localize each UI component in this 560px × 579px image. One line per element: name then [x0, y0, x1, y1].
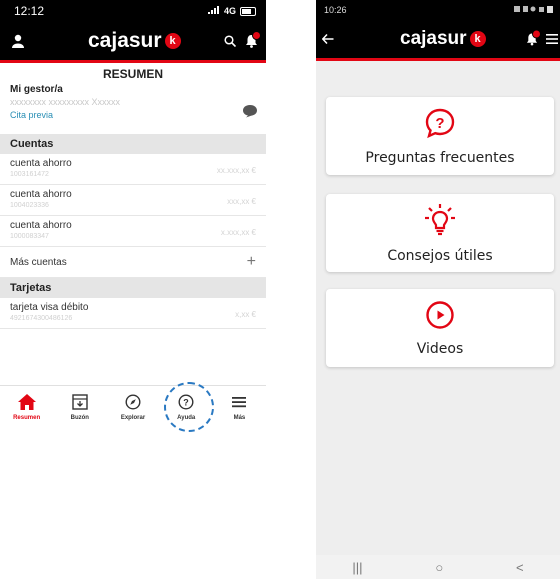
card-amount: x,xx € [235, 310, 256, 319]
brand-name: cajasur [88, 29, 162, 52]
account-amount: xxx,xx € [227, 197, 256, 206]
tab-explorar[interactable]: Explorar [106, 386, 159, 436]
page-title: RESUMEN [102, 67, 163, 81]
gestor-label: Mi gestor/a [10, 84, 63, 95]
card-title: Consejos útiles [387, 247, 493, 264]
status-bar: 10:26 [316, 0, 560, 20]
network-type: 4G [223, 6, 236, 16]
ayuda-highlight-circle [164, 382, 214, 432]
brand-logo: cajasur k [88, 29, 181, 53]
card-number: 4921674300486126 [10, 315, 73, 322]
battery-icon [240, 6, 256, 16]
plus-icon[interactable]: + [247, 253, 256, 271]
account-number: 1004023336 [10, 202, 49, 209]
account-row[interactable]: cuenta ahorro 1004023336 xxx,xx € [0, 185, 266, 216]
signal-icon [207, 6, 220, 16]
account-label: cuenta ahorro [10, 189, 72, 200]
gestor-name: xxxxxxxx xxxxxxxxx Xxxxxx [10, 97, 121, 107]
account-amount: xx.xxx,xx € [216, 166, 256, 175]
faq-card[interactable]: ? Preguntas frecuentes [326, 97, 554, 175]
status-indicators: 4G [207, 6, 256, 16]
brand-k-badge: k [164, 33, 181, 49]
notification-bell-icon[interactable] [245, 31, 261, 48]
account-number: 1000083347 [10, 233, 49, 240]
account-amount: x.xxx,xx € [220, 228, 256, 237]
tab-label: Resumen [13, 415, 41, 421]
tips-card[interactable]: Consejos útiles [326, 194, 554, 272]
cita-previa-link[interactable]: Cita previa [10, 110, 256, 120]
videos-card[interactable]: Videos [326, 289, 554, 367]
account-label: cuenta ahorro [10, 220, 72, 231]
notification-badge [532, 29, 541, 39]
help-content: ? Preguntas frecuentes Consejos útiles V… [316, 61, 560, 555]
compass-icon [125, 394, 141, 412]
menu-icon [231, 394, 247, 412]
home-icon [17, 394, 36, 412]
back-button[interactable]: < [516, 560, 524, 575]
app-header: cajasur k [0, 22, 266, 63]
chat-bubble-icon[interactable] [242, 104, 258, 123]
menu-icon[interactable] [546, 34, 558, 44]
tab-label: Explorar [120, 415, 146, 421]
cuentas-header: Cuentas [0, 134, 266, 154]
gestor-section: Mi gestor/a xxxxxxxx xxxxxxxxx Xxxxxx Ci… [0, 84, 266, 134]
user-icon[interactable] [12, 34, 24, 48]
svg-text:?: ? [435, 115, 444, 132]
card-row[interactable]: tarjeta visa débito 4921674300486126 x,x… [0, 298, 266, 329]
notification-badge [252, 31, 261, 40]
play-circle-icon [425, 300, 455, 335]
status-bar: 12:12 4G [0, 0, 266, 22]
recent-apps-button[interactable]: ||| [352, 560, 362, 575]
card-label: tarjeta visa débito [10, 302, 89, 313]
brand-logo: cajasur k [400, 28, 486, 50]
more-accounts-row[interactable]: Más cuentas + [0, 247, 266, 278]
search-icon[interactable] [224, 35, 236, 47]
account-row[interactable]: cuenta ahorro 1003161472 xx.xxx,xx € [0, 154, 266, 185]
bottom-tab-bar: Resumen Buzón Explorar ? Ayuda Más [0, 385, 266, 436]
android-nav-bar: ||| ○ < [316, 555, 560, 579]
question-bubble-icon: ? [424, 107, 456, 144]
status-indicators [514, 5, 554, 15]
tab-resumen[interactable]: Resumen [0, 386, 53, 436]
tab-label: Más [233, 415, 246, 421]
status-time: 12:12 [14, 4, 45, 18]
inbox-icon [72, 394, 88, 412]
lightbulb-icon [424, 203, 456, 242]
brand-name: cajasur [400, 28, 467, 49]
right-phone-screen: 10:26 cajasur k ? Preguntas frecuentes C… [316, 0, 560, 579]
card-title: Videos [416, 340, 464, 357]
more-accounts-label: Más cuentas [10, 256, 67, 268]
tarjetas-header: Tarjetas [0, 278, 266, 298]
tab-label: Buzón [70, 415, 89, 421]
card-title: Preguntas frecuentes [365, 149, 515, 166]
status-time: 10:26 [324, 5, 347, 15]
back-arrow-icon[interactable] [322, 34, 334, 44]
app-header: cajasur k [316, 20, 560, 61]
left-phone-screen: 12:12 4G cajasur k RESUMEN Mi gestor/a x… [0, 0, 266, 440]
tab-buzon[interactable]: Buzón [53, 386, 106, 436]
notification-bell-icon[interactable] [526, 29, 541, 46]
home-button[interactable]: ○ [435, 560, 443, 575]
brand-k-badge: k [469, 31, 486, 47]
tab-mas[interactable]: Más [213, 386, 266, 436]
account-row[interactable]: cuenta ahorro 1000083347 x.xxx,xx € [0, 216, 266, 247]
